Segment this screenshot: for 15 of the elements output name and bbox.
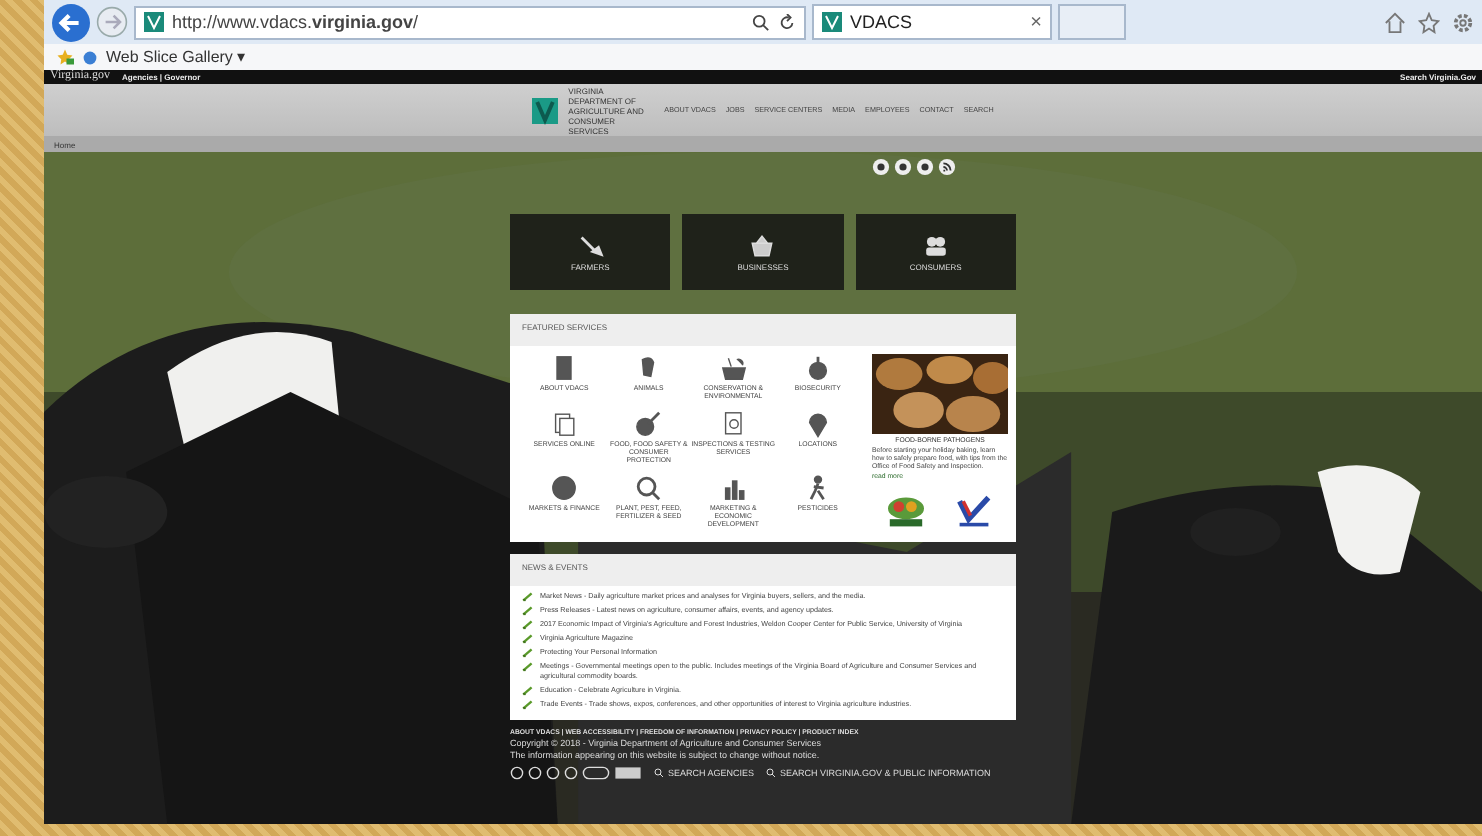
favorites-link[interactable]: Web Slice Gallery ▾ bbox=[106, 48, 246, 66]
browser-tab[interactable]: VDACS × bbox=[812, 4, 1052, 40]
back-icon[interactable] bbox=[52, 3, 90, 41]
close-tab-button[interactable]: × bbox=[1030, 11, 1042, 33]
settings-icon[interactable] bbox=[1452, 11, 1474, 33]
web-slice-icon[interactable] bbox=[82, 49, 98, 65]
address-field[interactable]: http://www.vdacs.virginia.gov/ bbox=[134, 5, 806, 39]
favorites-star-icon[interactable] bbox=[56, 48, 74, 66]
search-icon[interactable] bbox=[752, 13, 770, 31]
agency-logo[interactable] bbox=[532, 93, 559, 127]
home-icon[interactable] bbox=[1384, 11, 1406, 33]
star-icon[interactable] bbox=[1418, 11, 1440, 33]
site-favicon-icon bbox=[144, 12, 164, 32]
tab-favicon-icon bbox=[822, 12, 842, 32]
refresh-icon[interactable] bbox=[778, 13, 796, 31]
